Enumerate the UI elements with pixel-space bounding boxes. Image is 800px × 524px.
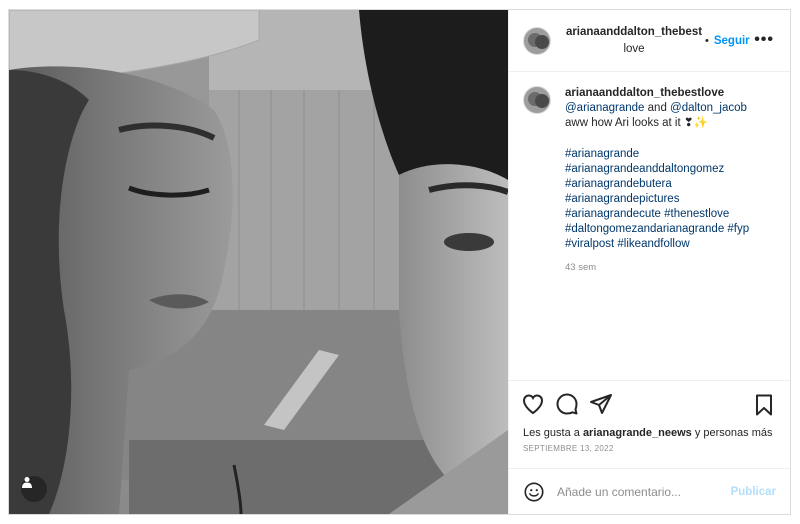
hashtag-line[interactable]: #daltongomezandarianagrande #fyp xyxy=(565,222,749,237)
hashtag-line[interactable]: #arianagrandecute #thenestlove xyxy=(565,207,749,222)
follow-button[interactable]: Seguir xyxy=(714,35,750,47)
add-comment-bar: Publicar xyxy=(509,468,790,514)
likes-user-link[interactable]: arianagrande_neews xyxy=(583,427,692,439)
heart-icon[interactable] xyxy=(521,392,545,416)
bookmark-icon[interactable] xyxy=(752,393,776,417)
post-side-panel: arianaanddalton_thebest love • Seguir ••… xyxy=(508,10,790,514)
user-tag-icon xyxy=(22,477,32,488)
hashtag-line[interactable]: #arianagrandeanddaltongomez xyxy=(565,162,749,177)
author-avatar[interactable] xyxy=(523,26,551,55)
comment-input[interactable] xyxy=(557,484,731,499)
photo-illustration xyxy=(9,10,508,514)
publish-button[interactable]: Publicar xyxy=(731,486,776,498)
caption-username[interactable]: arianaanddalton_thebestlove xyxy=(565,86,749,101)
emoji-icon[interactable] xyxy=(523,481,545,503)
author-name-line2[interactable]: love xyxy=(623,43,644,55)
author-name-line1[interactable]: arianaanddalton_thebest xyxy=(566,26,702,38)
hashtag-line[interactable]: #arianagrande xyxy=(565,147,749,162)
likes-suffix[interactable]: y personas más xyxy=(692,427,773,439)
comments-area: arianaanddalton_thebestlove @arianagrand… xyxy=(509,72,790,380)
post-caption: arianaanddalton_thebestlove @arianagrand… xyxy=(565,86,749,380)
avatar-image xyxy=(524,87,550,113)
more-options-icon[interactable]: ••• xyxy=(754,32,774,48)
mention-link[interactable]: @dalton_jacob xyxy=(670,102,747,114)
hashtag-line[interactable]: #arianagrandepictures xyxy=(565,192,749,207)
avatar-image xyxy=(524,27,550,54)
caption-timestamp[interactable]: 43 sem xyxy=(565,260,749,275)
mention-link[interactable]: @arianagrande xyxy=(565,102,644,114)
hashtag-line[interactable]: #arianagrandebutera xyxy=(565,177,749,192)
share-icon[interactable] xyxy=(589,392,613,416)
user-tag-button[interactable] xyxy=(21,476,47,502)
post-header: arianaanddalton_thebest love • Seguir ••… xyxy=(509,10,790,72)
caption-mention-line: @arianagrande and @dalton_jacob xyxy=(565,101,749,116)
author-name[interactable]: arianaanddalton_thebest love xyxy=(565,24,703,58)
post-container: arianaanddalton_thebest love • Seguir ••… xyxy=(8,9,791,515)
caption-and-text: and xyxy=(644,102,671,114)
caption-text: aww how Ari looks at it ❣✨ xyxy=(565,117,708,129)
caption-avatar[interactable] xyxy=(523,86,551,114)
likes-prefix: Les gusta a xyxy=(523,427,583,439)
header-separator: • xyxy=(705,34,709,47)
likes-summary: Les gusta a arianagrande_neews y persona… xyxy=(509,426,790,444)
action-bar xyxy=(509,380,790,426)
hashtag-line[interactable]: #viralpost #likeandfollow xyxy=(565,237,749,252)
post-date[interactable]: SEPTIEMBRE 13, 2022 xyxy=(509,444,790,468)
comment-icon[interactable] xyxy=(555,392,579,416)
post-photo[interactable] xyxy=(9,10,508,514)
